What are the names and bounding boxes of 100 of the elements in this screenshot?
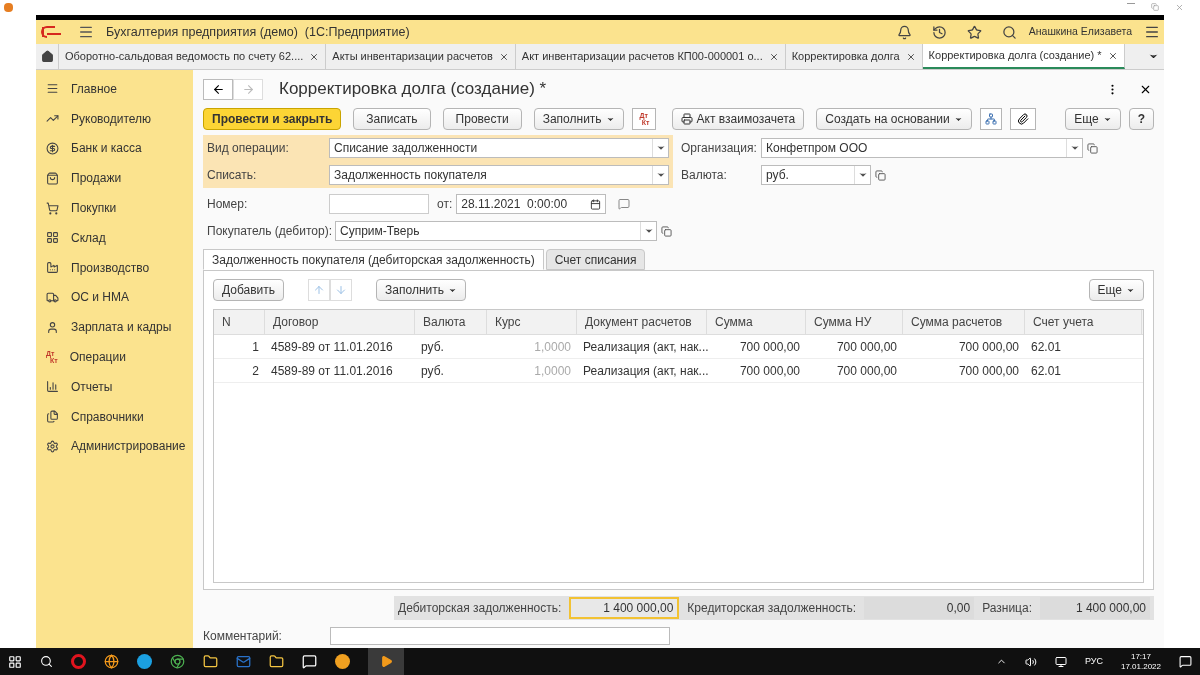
bell-icon[interactable]	[896, 24, 912, 40]
column-header: Счет учета	[1025, 310, 1142, 334]
app-icon[interactable]	[335, 654, 350, 669]
field-label: от:	[437, 196, 453, 213]
field-label: Покупатель (дебитор):	[207, 223, 333, 240]
print-button[interactable]: Акт взаимозачета	[671, 108, 805, 130]
coin-icon	[46, 142, 59, 155]
notifications-icon[interactable]	[1179, 655, 1192, 668]
sidebar-item[interactable]: Продажи	[36, 163, 193, 194]
sidebar-item[interactable]: Администрирование	[36, 431, 193, 462]
note-icon[interactable]	[618, 198, 631, 210]
buyer-select[interactable]: Суприм-Тверь	[335, 221, 657, 241]
fill-button[interactable]: Заполнить	[533, 108, 624, 130]
clock[interactable]: 17:17 17.01.2022	[1120, 651, 1161, 672]
chat-icon[interactable]	[302, 654, 317, 669]
back-button[interactable]	[203, 78, 233, 100]
calendar-icon[interactable]	[590, 198, 602, 210]
sidebar-item[interactable]: Склад	[36, 223, 193, 253]
table-cell-text: 700 000,00	[738, 338, 801, 356]
more-button[interactable]: Еще	[1088, 279, 1144, 301]
total-label: Кредиторская задолженность:	[687, 600, 857, 617]
table-cell-text: Реализация (акт, нак...	[582, 338, 707, 356]
open-icon[interactable]	[1087, 142, 1098, 154]
form-tab[interactable]: Счет списания	[545, 249, 646, 270]
operation-select[interactable]: Списание задолженности	[329, 138, 669, 158]
sidebar-item[interactable]: Справочники	[36, 401, 193, 432]
windows-icon[interactable]	[8, 654, 22, 669]
language-indicator[interactable]: РУС	[1084, 654, 1103, 669]
document-tab[interactable]: Акт инвентаризации расчетов КП00-000001 о...	[515, 44, 786, 69]
comment-field[interactable]	[330, 627, 670, 645]
sidebar-item[interactable]: Отчеты	[36, 371, 193, 402]
browser-icon[interactable]	[104, 654, 119, 669]
table-cell-text: 700 000,00	[835, 338, 898, 356]
menu-icon[interactable]	[78, 24, 94, 40]
network-icon[interactable]	[1054, 655, 1067, 668]
dropdown-icon	[655, 143, 666, 153]
folder-icon[interactable]	[203, 654, 218, 669]
open-icon[interactable]	[875, 169, 886, 181]
mail-icon[interactable]	[236, 654, 251, 669]
person-icon	[46, 320, 59, 334]
truck-icon	[46, 290, 59, 304]
dropdown-icon	[643, 226, 654, 236]
star-icon[interactable]	[966, 24, 982, 40]
bag-icon	[46, 171, 59, 185]
fill-button[interactable]: Заполнить	[376, 279, 466, 301]
currency-select[interactable]: руб.	[761, 165, 871, 185]
table-cell-text: руб.	[420, 362, 445, 380]
column-header: Курс	[487, 310, 577, 334]
writeoff-select[interactable]: Задолженность покупателя	[329, 165, 669, 185]
toolbar-button[interactable]: Записать	[353, 108, 431, 130]
post-and-close-button[interactable]: Провести и закрыть	[203, 108, 342, 130]
number-field[interactable]	[329, 194, 429, 214]
column-header: Сумма НУ	[806, 310, 903, 334]
total-label: Дебиторская задолженность:	[398, 600, 562, 617]
sidebar-item[interactable]: Покупки	[36, 193, 193, 223]
field-label: Номер:	[207, 196, 249, 213]
close-icon[interactable]	[309, 51, 320, 62]
sidebar-item[interactable]: ОС и НМА	[36, 282, 193, 313]
document-tab[interactable]: Корректировка долга	[785, 44, 923, 69]
close-icon[interactable]	[498, 51, 509, 62]
sidebar-item[interactable]: Зарплата и кадры	[36, 312, 193, 343]
field-label: Валюта:	[681, 167, 728, 184]
open-icon[interactable]	[661, 225, 672, 237]
more-button[interactable]: Еще	[1065, 108, 1121, 130]
close-icon[interactable]	[768, 51, 779, 62]
add-button[interactable]: Добавить	[213, 279, 285, 301]
help-button[interactable]: ?	[1128, 108, 1154, 130]
attach-button[interactable]	[1009, 108, 1036, 130]
home-icon	[40, 50, 54, 63]
sidebar-item[interactable]: Руководителю	[36, 103, 193, 134]
form-tab[interactable]: Задолженность покупателя (дебиторская задолженность)	[203, 249, 544, 270]
bar-chart-icon	[46, 380, 59, 394]
column-header: Сумма	[707, 310, 806, 334]
browser-icon[interactable]	[170, 654, 185, 669]
folder-icon[interactable]	[269, 654, 284, 669]
grid-icon	[46, 231, 59, 245]
menu-icon[interactable]	[1144, 24, 1160, 40]
column-header: Сумма расчетов	[903, 310, 1025, 334]
search-icon[interactable]	[40, 655, 53, 668]
document-tab[interactable]: Корректировка долга (создание) *	[922, 44, 1125, 69]
close-icon[interactable]	[905, 51, 916, 62]
create-based-button[interactable]: Создать на основании	[816, 108, 972, 130]
sidebar-item[interactable]: Банк и касса	[36, 133, 193, 164]
volume-icon[interactable]	[1024, 655, 1037, 668]
date-field[interactable]: 28.11.2021 0:00:00	[456, 194, 607, 214]
toolbar-button[interactable]: Провести	[442, 108, 522, 130]
organization-select[interactable]: Конфетпром ООО	[761, 138, 1083, 158]
structure-button[interactable]	[979, 108, 1002, 130]
history-icon[interactable]	[931, 24, 947, 40]
document-tab[interactable]: Оборотно-сальдовая ведомость по счету 62....	[59, 44, 327, 69]
browser-icon[interactable]	[71, 654, 86, 669]
sidebar-item[interactable]: Производство	[36, 252, 193, 283]
column-header: N	[214, 310, 265, 334]
document-tab[interactable]: Акты инвентаризации расчетов	[326, 44, 516, 69]
total-value: 1 400 000,00	[1040, 597, 1150, 619]
sidebar-item[interactable]: Главное	[36, 74, 193, 104]
close-icon[interactable]	[1107, 50, 1118, 61]
player-button[interactable]	[368, 648, 404, 675]
search-icon[interactable]	[1001, 24, 1017, 40]
total-label: Разница:	[982, 600, 1032, 617]
